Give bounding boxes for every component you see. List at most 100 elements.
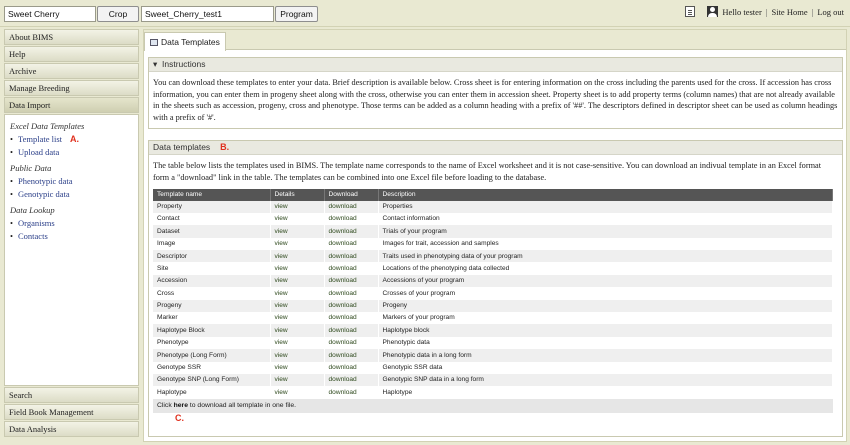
- sidebar-item-data-analysis[interactable]: Data Analysis: [4, 421, 139, 437]
- view-link[interactable]: view: [270, 361, 325, 374]
- download-link[interactable]: download: [324, 373, 379, 387]
- table-row: Contact view download Contact information: [153, 212, 833, 226]
- description-cell: Properties: [378, 200, 833, 213]
- sidebar-item-field-book[interactable]: Field Book Management: [4, 404, 139, 420]
- sidebar-item-manage-breeding[interactable]: Manage Breeding: [4, 80, 139, 96]
- view-link[interactable]: view: [270, 212, 325, 226]
- view-link[interactable]: view: [270, 324, 325, 337]
- table-row: Descriptor view download Traits used in phe…: [153, 250, 833, 263]
- view-link[interactable]: view: [270, 225, 325, 238]
- download-link[interactable]: download: [324, 336, 379, 350]
- templates-description: The table below lists the templates used…: [153, 161, 822, 182]
- view-link[interactable]: view: [270, 200, 325, 213]
- download-link[interactable]: download: [324, 361, 379, 374]
- download-all-link[interactable]: here: [174, 402, 188, 409]
- sidebar-link-template-list[interactable]: Template list A.: [10, 133, 133, 146]
- template-name-cell: Image: [153, 237, 271, 251]
- description-cell: Accessions of your program: [378, 274, 833, 288]
- table-row: Cross view download Crosses of your program: [153, 287, 833, 300]
- view-link[interactable]: view: [270, 262, 325, 275]
- download-link[interactable]: download: [324, 386, 379, 399]
- view-link[interactable]: view: [270, 237, 325, 251]
- templates-table: Template name Details Download Descripti…: [153, 189, 833, 399]
- templates-panel: Data templates B. The table below lists t…: [148, 140, 843, 437]
- download-link[interactable]: download: [324, 349, 379, 362]
- section-title-public-data: Public Data: [10, 163, 52, 173]
- template-name-cell: Genotype SSR: [153, 361, 271, 374]
- view-link[interactable]: view: [270, 274, 325, 288]
- instructions-header[interactable]: ▾ Instructions: [149, 58, 842, 72]
- template-name-cell: Progeny: [153, 299, 271, 313]
- sidebar-item-data-import[interactable]: Data Import: [4, 97, 139, 113]
- template-name-cell: Cross: [153, 287, 271, 300]
- table-row: Genotype SSR view download Genotypic SSR da…: [153, 361, 833, 374]
- download-link[interactable]: download: [324, 312, 379, 325]
- table-row: Progeny view download Progeny: [153, 299, 833, 313]
- view-link[interactable]: view: [270, 349, 325, 362]
- template-name-cell: Property: [153, 200, 271, 213]
- logout-link[interactable]: Log out: [817, 7, 844, 17]
- templates-header: Data templates B.: [149, 141, 842, 155]
- sidebar-item-search[interactable]: Search: [4, 387, 139, 403]
- view-link[interactable]: view: [270, 373, 325, 387]
- description-cell: Markers of your program: [378, 312, 833, 325]
- sidebar-link-phenotypic-data[interactable]: Phenotypic data: [10, 175, 133, 188]
- view-link[interactable]: view: [270, 250, 325, 263]
- column-header-template-name: Template name: [153, 189, 271, 201]
- description-cell: Haplotype block: [378, 324, 833, 337]
- download-link[interactable]: download: [324, 250, 379, 263]
- sidebar-link-genotypic-data[interactable]: Genotypic data: [10, 188, 133, 201]
- download-link[interactable]: download: [324, 262, 379, 275]
- section-title-excel-templates: Excel Data Templates: [10, 121, 85, 131]
- download-link[interactable]: download: [324, 212, 379, 226]
- main-content: Data Templates ▾ Instructions You can do…: [143, 29, 847, 442]
- template-name-cell: Dataset: [153, 225, 271, 238]
- sidebar-item-about[interactable]: About BIMS: [4, 29, 139, 45]
- table-row: Phenotype view download Phenotypic data: [153, 336, 833, 350]
- view-link[interactable]: view: [270, 312, 325, 325]
- table-row: Haplotype view download Haplotype: [153, 386, 833, 399]
- crop-button[interactable]: Crop: [97, 6, 139, 22]
- table-row: Genotype SNP (Long Form) view download Geno…: [153, 373, 833, 387]
- tab-data-templates[interactable]: Data Templates: [144, 32, 226, 51]
- download-link[interactable]: download: [324, 225, 379, 238]
- table-row: Phenotype (Long Form) view download Phenoty…: [153, 349, 833, 362]
- annotation-c-wrap: C.: [153, 413, 838, 425]
- templates-body: The table below lists the templates used…: [149, 155, 842, 429]
- window-icon: [150, 38, 158, 46]
- view-link[interactable]: view: [270, 336, 325, 350]
- sidebar-item-help[interactable]: Help: [4, 46, 139, 62]
- view-link[interactable]: view: [270, 299, 325, 313]
- description-cell: Trials of your program: [378, 225, 833, 238]
- download-link[interactable]: download: [324, 299, 379, 313]
- program-input[interactable]: Sweet_Cherry_test1: [141, 6, 274, 22]
- sidebar-link-organisms[interactable]: Organisms: [10, 217, 133, 230]
- download-link[interactable]: download: [324, 274, 379, 288]
- species-input[interactable]: Sweet Cherry: [4, 6, 96, 22]
- greeting: Hello tester: [722, 6, 762, 17]
- annotation-a: A.: [70, 134, 80, 144]
- column-header-description: Description: [378, 189, 833, 201]
- description-cell: Contact information: [378, 212, 833, 226]
- download-link[interactable]: download: [324, 237, 379, 251]
- footer-text-post: to download all template in one file.: [187, 401, 297, 409]
- column-header-details: Details: [270, 189, 325, 201]
- instructions-text: You can download these templates to ente…: [153, 78, 838, 122]
- download-link[interactable]: download: [324, 324, 379, 337]
- description-cell: Phenotypic data in a long form: [378, 349, 833, 362]
- site-home-link[interactable]: Site Home: [771, 7, 807, 17]
- description-cell: Haplotype: [378, 386, 833, 399]
- document-icon[interactable]: [685, 6, 696, 17]
- download-link[interactable]: download: [324, 200, 379, 213]
- table-row: Marker view download Markers of your progra…: [153, 312, 833, 325]
- view-link[interactable]: view: [270, 287, 325, 300]
- download-link[interactable]: download: [324, 287, 379, 300]
- table-row: Site view download Locations of the phenoty…: [153, 262, 833, 275]
- sidebar-item-archive[interactable]: Archive: [4, 63, 139, 79]
- table-row: Dataset view download Trials of your progra…: [153, 225, 833, 238]
- view-link[interactable]: view: [270, 386, 325, 399]
- program-button[interactable]: Program: [275, 6, 318, 22]
- sidebar-link-upload-data[interactable]: Upload data: [10, 146, 133, 159]
- sidebar-link-contacts[interactable]: Contacts: [10, 230, 133, 243]
- separator: |: [811, 6, 814, 17]
